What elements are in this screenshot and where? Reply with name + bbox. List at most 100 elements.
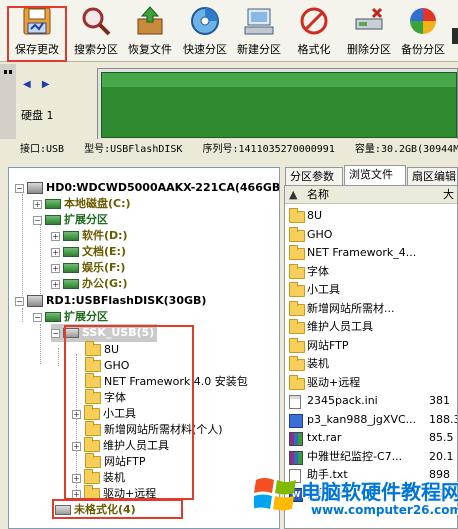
delete-partition-label: 删除分区: [347, 43, 391, 56]
windows-logo-icon: [254, 478, 296, 511]
file-row[interactable]: 网站FTP: [285, 337, 457, 355]
folder-icon: [85, 373, 101, 388]
quick-partition-disc-icon: [191, 7, 219, 35]
main-toolbar: 保存更改 搜索分区 恢复文件 快速分区 新建分区 格式化 删除分区 备份分区: [0, 0, 458, 62]
tab-browse-files[interactable]: 浏览文件: [344, 165, 406, 185]
restore-box-icon: [137, 6, 163, 35]
file-name: 字体: [307, 264, 329, 278]
tree-node-office-g[interactable]: + 办公(G:): [51, 275, 127, 293]
right-panel: 分区参数 浏览文件 扇区编辑 ▲ 名称 大 8U GHO NET Framework…: [284, 165, 458, 529]
file-size: 20.1: [429, 449, 454, 463]
expand-icon[interactable]: +: [72, 441, 81, 451]
format-icon: [300, 7, 328, 35]
folder-icon: [289, 226, 305, 242]
quick-partition-button[interactable]: 快速分区: [178, 2, 232, 60]
backup-partition-button[interactable]: 备份分区: [396, 2, 450, 60]
collapse-icon[interactable]: −: [51, 328, 60, 338]
collapse-icon[interactable]: −: [33, 312, 42, 322]
file-row[interactable]: NET Framework_4...: [285, 244, 457, 262]
folder-icon: [85, 421, 101, 436]
file-size: 85.5: [429, 431, 454, 444]
format-button[interactable]: 格式化: [291, 2, 337, 60]
save-changes-button[interactable]: 保存更改: [9, 2, 65, 60]
extended-partition-icon: [45, 215, 61, 225]
file-row[interactable]: 小工具: [285, 281, 457, 299]
expand-icon[interactable]: +: [51, 263, 60, 273]
file-row[interactable]: 8U: [285, 207, 457, 225]
expand-icon[interactable]: +: [51, 231, 60, 241]
iso-file-icon: [289, 413, 303, 428]
file-row[interactable]: 2345pack.ini 381: [285, 392, 457, 410]
search-partition-button[interactable]: 搜索分区: [69, 2, 123, 60]
partition-block[interactable]: [101, 72, 457, 138]
new-partition-label: 新建分区: [237, 43, 281, 56]
capacity-info: 容量:30.2GB(30944MB: [354, 144, 458, 155]
file-name: 小工具: [307, 283, 340, 296]
folder-icon: [85, 357, 101, 372]
expand-icon[interactable]: +: [33, 199, 42, 209]
toolbar-overflow-edge: [452, 28, 458, 44]
expand-icon[interactable]: +: [72, 409, 81, 419]
file-row[interactable]: 新增网站所需材...: [285, 300, 457, 318]
file-row[interactable]: 中雅世纪监控-C7... 20.1: [285, 448, 457, 466]
folder-icon: [289, 337, 305, 353]
delete-partition-button[interactable]: 删除分区: [342, 2, 396, 60]
disk-nav-arrows[interactable]: ◀ ▶: [23, 79, 54, 90]
partition-bar[interactable]: [97, 68, 458, 142]
file-row[interactable]: 字体: [285, 263, 457, 281]
backup-pie-icon: [410, 8, 436, 34]
tree-node-unformatted[interactable]: 未格式化(4): [55, 501, 136, 519]
expand-icon[interactable]: +: [72, 489, 81, 499]
folder-icon: [85, 453, 101, 468]
name-column-header[interactable]: 名称: [307, 186, 329, 204]
extended-partition-icon: [45, 312, 61, 322]
expand-icon[interactable]: +: [72, 473, 81, 483]
delete-partition-icon: [355, 7, 383, 30]
partition-icon: [63, 231, 79, 241]
file-list-header: ▲ 名称 大: [285, 186, 457, 204]
file-row[interactable]: 维护人员工具: [285, 318, 457, 336]
tab-sector-edit[interactable]: 扇区编辑: [407, 167, 458, 185]
collapse-icon[interactable]: −: [33, 215, 42, 225]
usb-disk-icon: [27, 295, 43, 307]
folder-icon: [84, 437, 100, 452]
file-row[interactable]: p3_kan988_jgXVC... 188.3: [285, 411, 457, 429]
folder-icon: [84, 405, 100, 420]
disk-tree: − HD0:WDCWD5000AAKX-221CA(466GB) + 本地磁盘(C:…: [8, 167, 280, 529]
file-name: 8U: [307, 209, 323, 222]
rar-file-icon: [289, 432, 303, 446]
magnifier-icon: [82, 7, 111, 36]
size-column-header[interactable]: 大: [443, 186, 454, 204]
folder-icon: [289, 208, 305, 223]
file-size: 381: [429, 394, 450, 407]
file-row[interactable]: 驱动+远程: [285, 374, 457, 392]
watermark-title: 电脑软硬件教程网: [301, 480, 458, 504]
tab-partition-params[interactable]: 分区参数: [285, 167, 343, 185]
collapse-icon[interactable]: −: [15, 296, 24, 306]
folder-icon: [85, 389, 101, 404]
file-name: 中雅世纪监控-C7...: [307, 449, 403, 463]
rar-file-icon: [289, 450, 303, 465]
expand-icon[interactable]: +: [51, 247, 60, 257]
new-partition-button[interactable]: 新建分区: [231, 2, 287, 60]
file-name: GHO: [307, 227, 333, 241]
collapse-icon[interactable]: −: [15, 183, 24, 193]
tree-node-ssk-usb[interactable]: − SSK_USB(5): [51, 324, 158, 342]
recover-files-button[interactable]: 恢复文件: [123, 2, 177, 60]
file-name: 驱动+远程: [307, 375, 361, 389]
file-name: p3_kan988_jgXVC...: [307, 412, 417, 426]
file-row[interactable]: 装机: [285, 355, 457, 373]
file-name: NET Framework_4...: [307, 246, 417, 259]
expand-icon[interactable]: +: [51, 279, 60, 289]
file-name: 装机: [307, 357, 329, 370]
sort-up-icon[interactable]: ▲: [289, 186, 297, 204]
folder-icon: [289, 300, 305, 316]
file-row[interactable]: txt.rar 85.5: [285, 429, 457, 447]
partition-icon: [63, 263, 79, 273]
folder-icon: [289, 245, 305, 260]
disk-info-bar: 接口:USB 型号:USBFlashDISK 序列号:1411035270000…: [0, 139, 458, 161]
quick-partition-label: 快速分区: [183, 43, 227, 56]
save-disk-icon: [23, 7, 51, 35]
file-row[interactable]: GHO: [285, 226, 457, 244]
new-partition-icon: [244, 8, 274, 35]
